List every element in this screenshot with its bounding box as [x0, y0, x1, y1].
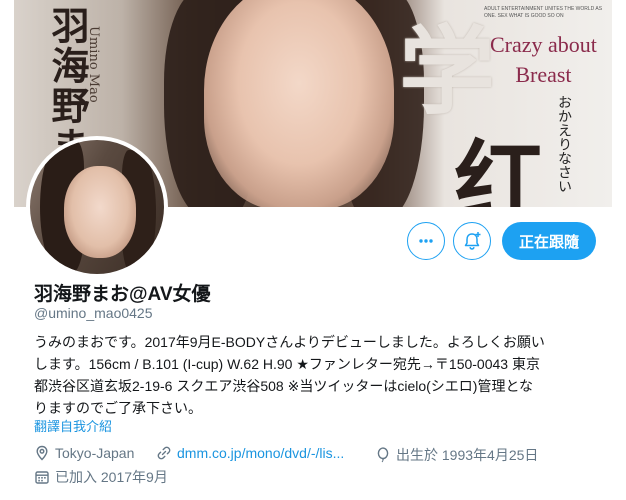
banner-script: おかえりなさい: [556, 95, 572, 193]
banner-vertical-sub: Umino Mao: [86, 26, 101, 103]
more-icon: [419, 239, 433, 243]
calendar-icon: [35, 471, 49, 484]
bio-line: りますのでご了承下さい。: [34, 400, 202, 416]
birthday-item: 出生於 1993年4月25日: [375, 445, 538, 465]
bell-plus-icon: [464, 232, 481, 250]
bio-line: します。156cm / B.101 (I-cup) W.62 H.90 ★ファン…: [34, 356, 540, 372]
website-link[interactable]: dmm.co.jp/mono/dvd/-/lis...: [177, 445, 344, 461]
location-pin-icon: [36, 445, 48, 461]
bio-line: 都渋谷区道玄坂2-19-6 スクエア渋谷508 ※当ツイッターはcielo(シエ…: [34, 378, 534, 394]
translate-bio-link[interactable]: 翻譯自我介紹: [34, 416, 112, 435]
avatar-image: [30, 140, 164, 274]
birthday-text: 出生於 1993年4月25日: [396, 447, 539, 463]
avatar[interactable]: [26, 136, 168, 278]
joined-item: 已加入 2017年9月: [34, 467, 168, 487]
location-item: Tokyo-Japan: [34, 445, 134, 461]
banner-tagline-line1: Crazy about: [490, 32, 597, 57]
link-icon: [157, 446, 171, 460]
profile-handle: @umino_mao0425: [34, 305, 153, 321]
banner-small-print: ADULT ENTERTAINMENT UNITES THE WORLD AS …: [484, 6, 603, 19]
banner-kanji-bottom: 红: [454, 130, 544, 207]
following-button[interactable]: 正在跟隨: [502, 222, 596, 260]
bio-line: うみのまおです。2017年9月E-BODYさんよりデビューしました。よろしくお願…: [34, 334, 545, 350]
banner-tagline: Crazy about Breast: [490, 30, 597, 90]
more-options-button[interactable]: [407, 222, 445, 260]
profile-bio: うみのまおです。2017年9月E-BODYさんよりデビューしました。よろしくお願…: [34, 331, 594, 419]
joined-text: 已加入 2017年9月: [55, 469, 168, 485]
avatar-face: [64, 166, 136, 258]
profile-name: 羽海野まお@AV女優: [34, 284, 211, 305]
website-item[interactable]: dmm.co.jp/mono/dvd/-/lis...: [156, 445, 344, 461]
balloon-icon: [377, 447, 389, 463]
location-text: Tokyo-Japan: [55, 445, 135, 461]
notifications-button[interactable]: [453, 222, 491, 260]
banner-face: [204, 0, 394, 207]
banner-tagline-line2: Breast: [515, 62, 572, 87]
